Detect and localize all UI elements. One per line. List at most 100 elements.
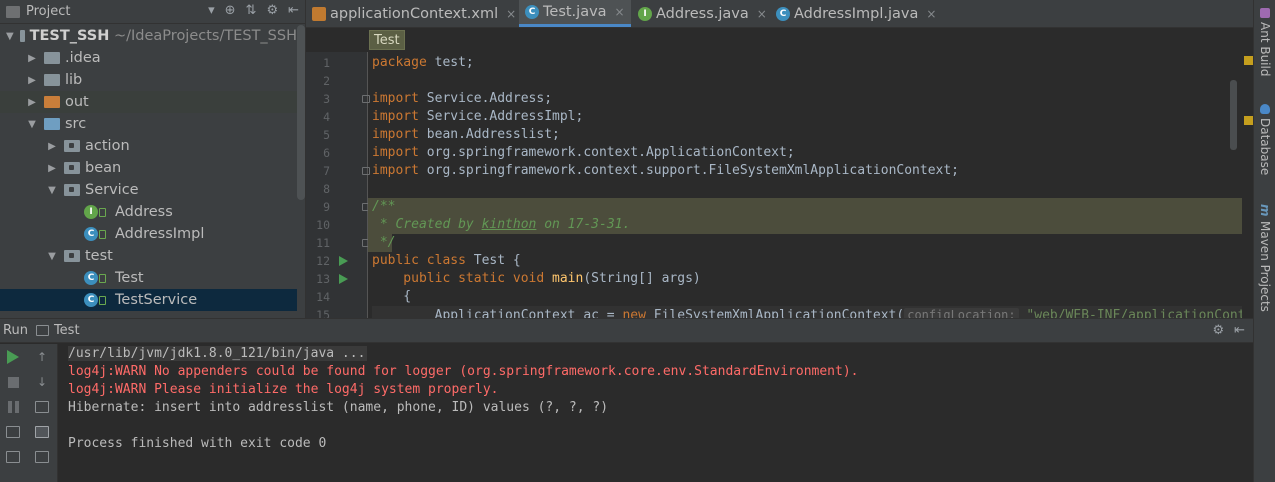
database-icon xyxy=(1260,104,1270,114)
tree-item-service[interactable]: ▼ Service xyxy=(0,179,297,201)
breadcrumb-row: Test xyxy=(306,28,1253,52)
tree-item-address[interactable]: ▶IAddress xyxy=(0,201,297,223)
close-tab-icon[interactable]: × xyxy=(926,7,936,21)
collapse-all-icon[interactable]: ⇅ xyxy=(246,3,257,18)
tree-item-test[interactable]: ▼ test xyxy=(0,245,297,267)
console-output[interactable]: /usr/lib/jvm/jdk1.8.0_121/bin/java ... lo… xyxy=(68,345,1248,482)
run-settings-gear-icon[interactable]: ⚙ xyxy=(1212,323,1224,338)
code-line-11: */ xyxy=(368,234,395,252)
run-gutter-icon[interactable] xyxy=(339,274,348,284)
interface-icon: I xyxy=(84,205,98,219)
tree-scrollbar[interactable] xyxy=(297,25,305,200)
tree-item-test-ssh[interactable]: ▼ TEST_SSH ~/IdeaProjects/TEST_SSH xyxy=(0,25,297,47)
warning-marker-icon[interactable] xyxy=(1244,56,1253,65)
editor-scrollbar[interactable] xyxy=(1230,80,1237,150)
soft-wrap-icon[interactable] xyxy=(34,399,50,415)
tree-item-lib[interactable]: ▶ lib xyxy=(0,69,297,91)
scroll-up-icon[interactable]: ↑ xyxy=(34,349,50,365)
collapsed-arrow-icon[interactable]: ▶ xyxy=(46,141,58,152)
stop-icon[interactable] xyxy=(5,374,21,390)
project-header: Project ▾ ⊕ ⇅ ⚙ ⇤ xyxy=(0,0,305,24)
tree-item-src[interactable]: ▼ src xyxy=(0,113,297,135)
settings-gear-icon[interactable]: ⚙ xyxy=(266,3,278,18)
package-icon xyxy=(64,184,80,196)
tree-item-action[interactable]: ▶ action xyxy=(0,135,297,157)
code-area[interactable]: package test; import Service.Address; im… xyxy=(368,52,1253,318)
line-number: 4 xyxy=(323,110,330,124)
database-tab[interactable]: Database xyxy=(1256,104,1274,175)
print-icon[interactable] xyxy=(34,449,50,465)
runnable-class-icon: C xyxy=(84,271,98,285)
access-modifier-icon xyxy=(99,295,106,305)
ant-build-tab[interactable]: Ant Build xyxy=(1256,8,1274,76)
hide-panel-icon[interactable]: ⇤ xyxy=(288,3,299,18)
run-tool-window: Run Test ⚙ ⇤ ↑ ↓ /usr/lib/jvm/jdk1.8.0_1… xyxy=(0,318,1253,482)
console-line: Hibernate: insert into addresslist (name… xyxy=(68,400,609,415)
access-modifier-icon xyxy=(99,207,106,217)
scroll-from-source-icon[interactable]: ⊕ xyxy=(225,3,236,18)
code-line-10: * Created by kinthon on 17-3-31. xyxy=(368,216,1252,234)
close-tab-icon[interactable]: × xyxy=(757,7,767,21)
console-line: log4j:WARN No appenders could be found f… xyxy=(68,364,859,379)
package-icon xyxy=(64,162,80,174)
code-line-1: package test; xyxy=(372,55,474,70)
line-number: 6 xyxy=(323,146,330,160)
expanded-arrow-icon[interactable]: ▼ xyxy=(26,119,38,130)
tree-item-idea[interactable]: ▶ .idea xyxy=(0,47,297,69)
exit-icon[interactable] xyxy=(5,449,21,465)
warning-marker-icon[interactable] xyxy=(1244,116,1253,125)
run-gutter-icon[interactable] xyxy=(339,256,348,266)
expanded-arrow-icon[interactable]: ▼ xyxy=(46,251,58,262)
tree-item-label: TestService xyxy=(115,292,198,308)
collapsed-arrow-icon[interactable]: ▶ xyxy=(46,163,58,174)
folder-icon xyxy=(44,74,60,86)
view-dropdown-icon[interactable]: ▾ xyxy=(208,3,215,18)
expanded-arrow-icon[interactable]: ▼ xyxy=(6,31,14,42)
tree-item-label: out xyxy=(65,94,89,110)
editor-tab-addressimpl-java[interactable]: C AddressImpl.java × xyxy=(770,0,942,27)
editor-area: applicationContext.xml × C Test.java × I Addre… xyxy=(305,0,1253,318)
tree-item-out[interactable]: ▶ out xyxy=(0,91,297,113)
collapsed-arrow-icon[interactable]: ▶ xyxy=(26,53,38,64)
dump-threads-icon[interactable] xyxy=(5,424,21,440)
tree-item-label: lib xyxy=(65,72,83,88)
breadcrumb[interactable]: Test xyxy=(369,30,405,50)
scroll-down-icon[interactable]: ↓ xyxy=(34,374,50,390)
error-stripe xyxy=(1242,52,1253,318)
close-tab-icon[interactable]: × xyxy=(615,5,625,19)
collapsed-arrow-icon[interactable]: ▶ xyxy=(26,97,38,108)
editor-tab-bar: applicationContext.xml × C Test.java × I Addre… xyxy=(306,0,1253,28)
collapsed-arrow-icon[interactable]: ▶ xyxy=(26,75,38,86)
tree-item-testservice[interactable]: ▶CTestService xyxy=(0,289,297,311)
code-line-6: import org.springframework.context.Appli… xyxy=(372,145,795,160)
tree-item-test[interactable]: ▶CTest xyxy=(0,267,297,289)
line-number-gutter: 1 2 3 4 5 6 7 8 9 10 11 12 13 14 15 xyxy=(306,52,370,318)
hide-run-panel-icon[interactable]: ⇤ xyxy=(1234,323,1245,338)
maven-projects-tab[interactable]: m Maven Projects xyxy=(1256,204,1274,311)
rerun-icon[interactable] xyxy=(5,349,21,365)
project-title[interactable]: Project xyxy=(26,4,70,19)
editor-tab-applicationcontext-xml[interactable]: applicationContext.xml × xyxy=(306,0,522,27)
expanded-arrow-icon[interactable]: ▼ xyxy=(46,185,58,196)
run-header: Run Test ⚙ ⇤ xyxy=(0,319,1253,343)
editor-tab-address-java[interactable]: I Address.java × xyxy=(632,0,773,27)
run-tab-test[interactable]: Test xyxy=(54,323,80,338)
package-icon xyxy=(64,140,80,152)
tree-item-label: Test xyxy=(115,270,144,286)
interface-icon: I xyxy=(638,6,652,21)
pause-icon[interactable] xyxy=(5,399,21,415)
tree-item-label: Service xyxy=(85,182,139,198)
scroll-to-end-icon[interactable] xyxy=(34,424,50,440)
code-line-5: import bean.Addresslist; xyxy=(372,127,560,142)
tree-item-label: bean xyxy=(85,160,122,176)
close-tab-icon[interactable]: × xyxy=(506,7,516,21)
run-toolbar: ↑ ↓ xyxy=(0,344,58,482)
tree-item-bean[interactable]: ▶ bean xyxy=(0,157,297,179)
runnable-class-icon: C xyxy=(84,293,98,307)
tree-item-label: TEST_SSH ~/IdeaProjects/TEST_SSH xyxy=(29,28,297,44)
tree-item-addressimpl[interactable]: ▶CAddressImpl xyxy=(0,223,297,245)
line-number: 15 xyxy=(316,308,330,318)
code-line-14: { xyxy=(372,289,412,304)
editor-tab-test-java[interactable]: C Test.java × xyxy=(519,0,631,27)
line-number: 12 xyxy=(316,254,330,268)
